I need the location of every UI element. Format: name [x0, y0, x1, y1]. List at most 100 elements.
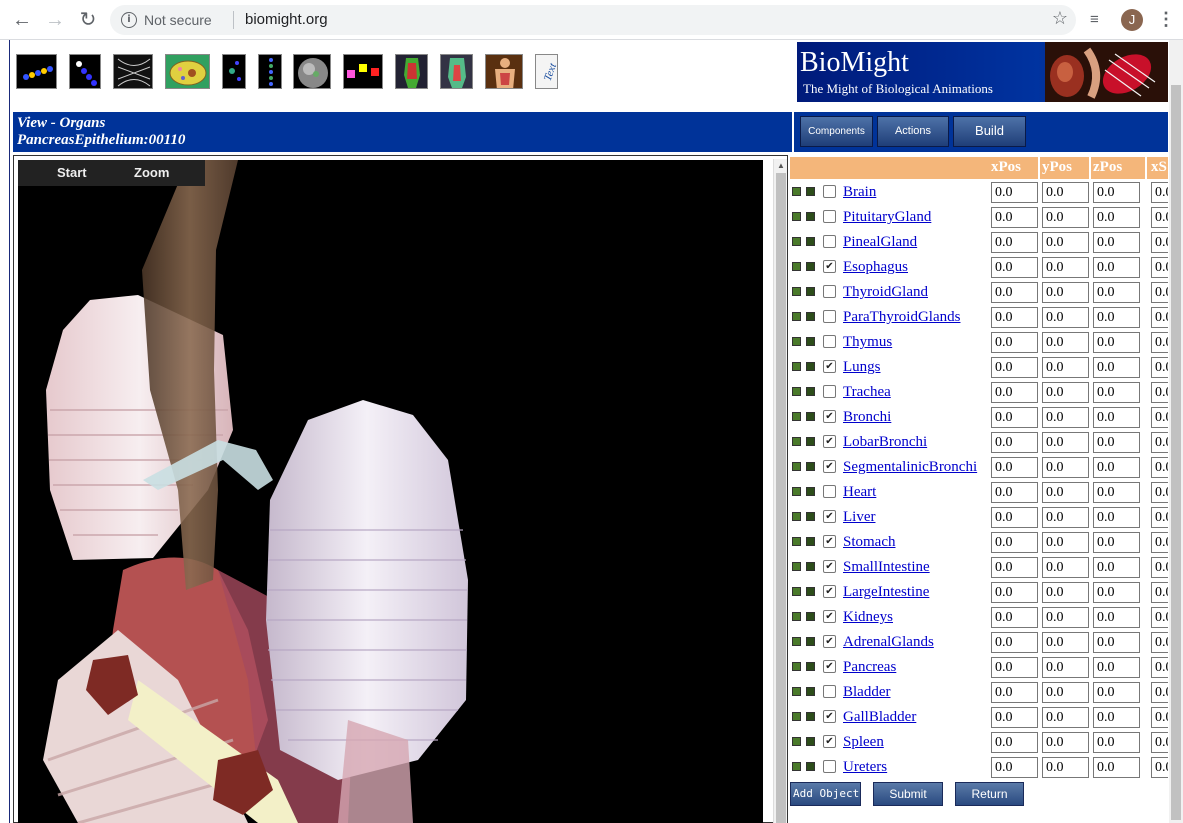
ypos-input[interactable]: 0.0 [1042, 382, 1089, 403]
detail-arrow-icon[interactable] [806, 662, 815, 671]
expand-plus-icon[interactable] [792, 387, 801, 396]
ypos-input[interactable]: 0.0 [1042, 582, 1089, 603]
ypos-input[interactable]: 0.0 [1042, 682, 1089, 703]
thumb-text-icon[interactable]: Text [535, 54, 558, 89]
xscale-input[interactable]: 0.0 [1151, 357, 1168, 378]
detail-arrow-icon[interactable] [806, 637, 815, 646]
zpos-input[interactable]: 0.0 [1093, 457, 1140, 478]
expand-plus-icon[interactable] [792, 637, 801, 646]
add-object-button[interactable]: Add Object [790, 782, 861, 806]
organ-link[interactable]: Thymus [843, 334, 892, 351]
zpos-input[interactable]: 0.0 [1093, 632, 1140, 653]
zpos-input[interactable]: 0.0 [1093, 607, 1140, 628]
ypos-input[interactable]: 0.0 [1042, 657, 1089, 678]
expand-plus-icon[interactable] [792, 687, 801, 696]
ypos-input[interactable]: 0.0 [1042, 557, 1089, 578]
xscale-input[interactable]: 0.0 [1151, 607, 1168, 628]
xscale-input[interactable]: 0.0 [1151, 657, 1168, 678]
thumb-chain-icon[interactable] [16, 54, 57, 89]
organ-link[interactable]: SegmentalinicBronchi [843, 459, 977, 476]
organ-link[interactable]: Heart [843, 484, 876, 501]
forward-arrow-icon[interactable]: → [43, 9, 67, 33]
organ-checkbox[interactable]: ✔ [823, 660, 836, 673]
xpos-input[interactable]: 0.0 [991, 382, 1038, 403]
ypos-input[interactable]: 0.0 [1042, 532, 1089, 553]
detail-arrow-icon[interactable] [806, 562, 815, 571]
xscale-input[interactable]: 0.0 [1151, 507, 1168, 528]
detail-arrow-icon[interactable] [806, 687, 815, 696]
detail-arrow-icon[interactable] [806, 237, 815, 246]
viewer-scrollbar[interactable]: ▲ [773, 159, 787, 823]
expand-plus-icon[interactable] [792, 612, 801, 621]
ypos-input[interactable]: 0.0 [1042, 207, 1089, 228]
organ-checkbox[interactable]: ✔ [823, 535, 836, 548]
expand-plus-icon[interactable] [792, 237, 801, 246]
organ-checkbox[interactable] [823, 235, 836, 248]
organ-checkbox[interactable]: ✔ [823, 635, 836, 648]
detail-arrow-icon[interactable] [806, 587, 815, 596]
organ-checkbox[interactable]: ✔ [823, 510, 836, 523]
detail-arrow-icon[interactable] [806, 487, 815, 496]
expand-plus-icon[interactable] [792, 762, 801, 771]
detail-arrow-icon[interactable] [806, 362, 815, 371]
zpos-input[interactable]: 0.0 [1093, 282, 1140, 303]
organ-link[interactable]: Stomach [843, 534, 896, 551]
xscale-input[interactable]: 0.0 [1151, 707, 1168, 728]
xpos-input[interactable]: 0.0 [991, 682, 1038, 703]
zpos-input[interactable]: 0.0 [1093, 432, 1140, 453]
organ-link[interactable]: Ureters [843, 759, 887, 776]
zpos-input[interactable]: 0.0 [1093, 732, 1140, 753]
xpos-input[interactable]: 0.0 [991, 357, 1038, 378]
ypos-input[interactable]: 0.0 [1042, 757, 1089, 778]
organ-checkbox[interactable] [823, 185, 836, 198]
zpos-input[interactable]: 0.0 [1093, 407, 1140, 428]
organ-checkbox[interactable] [823, 385, 836, 398]
xpos-input[interactable]: 0.0 [991, 407, 1038, 428]
back-arrow-icon[interactable]: ← [10, 9, 34, 33]
detail-arrow-icon[interactable] [806, 537, 815, 546]
xscale-input[interactable]: 0.0 [1151, 582, 1168, 603]
ypos-input[interactable]: 0.0 [1042, 282, 1089, 303]
xpos-input[interactable]: 0.0 [991, 307, 1038, 328]
organ-checkbox[interactable]: ✔ [823, 735, 836, 748]
xpos-input[interactable]: 0.0 [991, 607, 1038, 628]
zpos-input[interactable]: 0.0 [1093, 657, 1140, 678]
organ-link[interactable]: Pancreas [843, 659, 896, 676]
xscale-input[interactable]: 0.0 [1151, 207, 1168, 228]
detail-arrow-icon[interactable] [806, 437, 815, 446]
scrollbar-thumb[interactable] [776, 173, 786, 823]
xpos-input[interactable]: 0.0 [991, 532, 1038, 553]
organ-checkbox[interactable]: ✔ [823, 435, 836, 448]
zpos-input[interactable]: 0.0 [1093, 257, 1140, 278]
thumb-sphere-icon[interactable] [293, 54, 331, 89]
xscale-input[interactable]: 0.0 [1151, 557, 1168, 578]
expand-plus-icon[interactable] [792, 487, 801, 496]
expand-plus-icon[interactable] [792, 462, 801, 471]
zpos-input[interactable]: 0.0 [1093, 207, 1140, 228]
organ-link[interactable]: ThyroidGland [843, 284, 928, 301]
organ-link[interactable]: Bladder [843, 684, 890, 701]
zpos-input[interactable]: 0.0 [1093, 382, 1140, 403]
scroll-up-arrow-icon[interactable]: ▲ [777, 161, 785, 170]
xpos-input[interactable]: 0.0 [991, 182, 1038, 203]
xscale-input[interactable]: 0.0 [1151, 232, 1168, 253]
organ-link[interactable]: AdrenalGlands [843, 634, 934, 651]
detail-arrow-icon[interactable] [806, 762, 815, 771]
zpos-input[interactable]: 0.0 [1093, 582, 1140, 603]
xscale-input[interactable]: 0.0 [1151, 332, 1168, 353]
organ-checkbox[interactable] [823, 485, 836, 498]
organ-checkbox[interactable] [823, 685, 836, 698]
xscale-input[interactable]: 0.0 [1151, 482, 1168, 503]
organ-link[interactable]: Liver [843, 509, 875, 526]
xscale-input[interactable]: 0.0 [1151, 457, 1168, 478]
zpos-input[interactable]: 0.0 [1093, 532, 1140, 553]
xscale-input[interactable]: 0.0 [1151, 182, 1168, 203]
organ-checkbox[interactable]: ✔ [823, 360, 836, 373]
expand-plus-icon[interactable] [792, 337, 801, 346]
xscale-input[interactable]: 0.0 [1151, 282, 1168, 303]
xpos-input[interactable]: 0.0 [991, 332, 1038, 353]
info-icon[interactable]: i [121, 12, 137, 28]
3d-viewport[interactable]: Start Zoom [18, 160, 763, 823]
organ-link[interactable]: LobarBronchi [843, 434, 927, 451]
expand-plus-icon[interactable] [792, 312, 801, 321]
